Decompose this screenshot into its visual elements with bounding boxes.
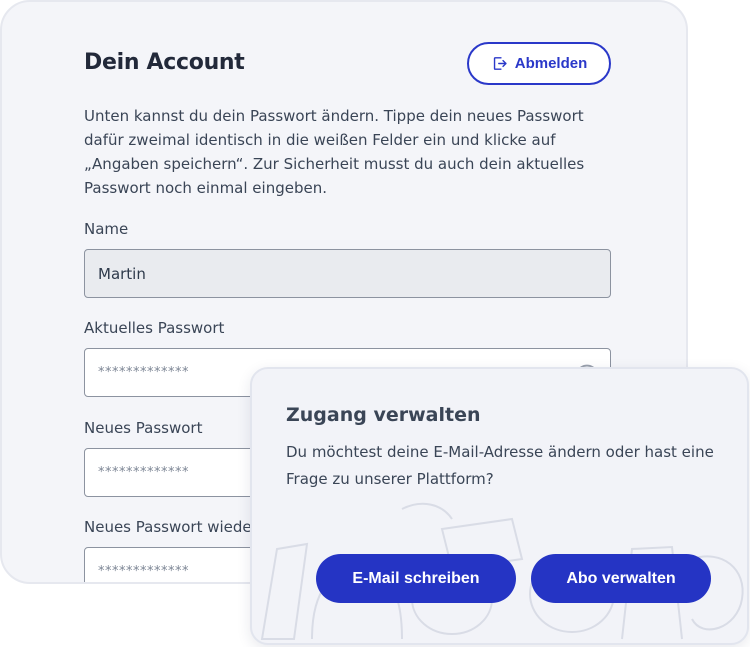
page-title: Dein Account — [84, 50, 245, 75]
current-password-value: ************* — [98, 365, 189, 380]
new-password-value: ************* — [98, 465, 189, 480]
manage-subscription-button[interactable]: Abo verwalten — [531, 554, 711, 603]
repeat-password-label: Neues Passwort wiede — [84, 518, 252, 536]
name-value: Martin — [98, 264, 146, 283]
access-title: Zugang verwalten — [286, 404, 481, 426]
new-password-label: Neues Passwort — [84, 419, 203, 437]
intro-text: Unten kannst du dein Passwort ändern. Ti… — [84, 107, 585, 197]
logout-icon — [493, 57, 507, 70]
logout-button[interactable]: Abmelden — [467, 42, 611, 85]
access-description: Du möchtest deine E-Mail-Adresse ändern … — [286, 443, 714, 488]
name-label: Name — [84, 220, 129, 238]
name-field: Martin — [84, 249, 611, 298]
access-card: Zugang verwalten Du möchtest deine E-Mai… — [250, 367, 749, 645]
current-password-label: Aktuelles Passwort — [84, 319, 225, 337]
logout-label: Abmelden — [514, 55, 588, 72]
email-button[interactable]: E-Mail schreiben — [316, 554, 516, 603]
repeat-password-value: ************* — [98, 564, 189, 579]
